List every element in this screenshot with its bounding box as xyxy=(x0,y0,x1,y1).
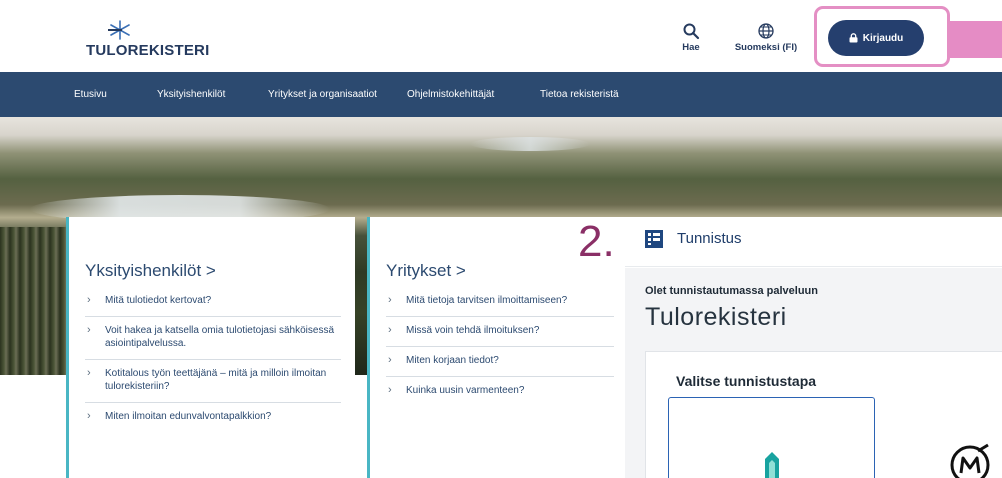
panel-header: Tunnistus xyxy=(625,217,1002,267)
logo-text: TULOREKISTERI xyxy=(86,42,210,59)
method-tile-bank[interactable] xyxy=(668,397,875,478)
nav-item-yksityishenkilot[interactable]: Yksityishenkilöt xyxy=(157,89,225,100)
list-item[interactable]: › Voit hakea ja katsella omia tulotietoj… xyxy=(85,317,341,360)
panel-body: Olet tunnistautumassa palveluun Tuloreki… xyxy=(625,268,1002,478)
card-title[interactable]: Yksityishenkilöt > xyxy=(85,261,216,281)
tulorekisteri-logo[interactable]: TULOREKISTERI xyxy=(86,20,209,60)
card-link-list: › Mitä tulotiedot kertovat? › Voit hakea… xyxy=(85,287,341,432)
list-item-text: Missä voin tehdä ilmoituksen? xyxy=(406,325,540,336)
logo-star-icon xyxy=(108,20,130,40)
chevron-right-icon: › xyxy=(87,294,91,306)
tunnistus-panel: Tunnistus Olet tunnistautumassa palveluu… xyxy=(625,217,1002,478)
hero-tree-trunks xyxy=(0,227,70,375)
list-item[interactable]: › Miten korjaan tiedot? xyxy=(386,347,614,377)
chevron-right-icon: › xyxy=(87,367,91,379)
list-item-text: Voit hakea ja katsella omia tulotietojas… xyxy=(105,325,335,349)
login-label: Kirjaudu xyxy=(862,32,904,44)
list-item-text: Mitä tietoja tarvitsen ilmoittamiseen? xyxy=(406,295,568,306)
card-link-list: › Mitä tietoja tarvitsen ilmoittamiseen?… xyxy=(386,287,614,406)
nav-item-ohjelmistokehittajat[interactable]: Ohjelmistokehittäjät xyxy=(407,89,494,100)
language-selector[interactable]: Suomeksi (FI) xyxy=(733,22,799,53)
site-header: TULOREKISTERI Hae Suomeksi (FI) Kirjaudu xyxy=(0,0,1002,72)
list-item-text: Miten ilmoitan edunvalvontapalkkion? xyxy=(105,411,272,422)
list-item-text: Kotitalous työn teettäjänä – mitä ja mil… xyxy=(105,368,327,392)
list-item-text: Kuinka uusin varmenteen? xyxy=(406,385,525,396)
nav-item-yritykset[interactable]: Yritykset ja organisaatiot xyxy=(268,89,377,100)
nav-item-etusivu[interactable]: Etusivu xyxy=(74,89,107,100)
search-label: Hae xyxy=(682,42,700,53)
globe-icon xyxy=(758,23,774,39)
choose-method-title: Valitse tunnistustapa xyxy=(676,373,817,389)
nav-item-tietoa[interactable]: Tietoa rekisteristä xyxy=(540,89,619,100)
annotation-marker xyxy=(950,21,1002,58)
list-item[interactable]: › Missä voin tehdä ilmoituksen? xyxy=(386,317,614,347)
list-item[interactable]: › Kuinka uusin varmenteen? xyxy=(386,377,614,406)
step-number-annotation: 2. xyxy=(578,217,615,266)
chevron-right-icon: › xyxy=(87,410,91,422)
card-yksityishenkilot: Yksityishenkilöt > › Mitä tulotiedot ker… xyxy=(66,217,355,478)
list-item[interactable]: › Kotitalous työn teettäjänä – mitä ja m… xyxy=(85,360,341,403)
mobile-certificate-icon[interactable] xyxy=(948,443,992,478)
chevron-right-icon: › xyxy=(388,384,392,396)
chevron-right-icon: › xyxy=(87,324,91,336)
identification-icon xyxy=(645,230,663,248)
search-button[interactable]: Hae xyxy=(678,22,704,53)
service-name: Tulorekisteri xyxy=(645,303,787,331)
panel-subtitle: Olet tunnistautumassa palveluun xyxy=(645,285,818,297)
hero-lake-far xyxy=(470,137,590,151)
lock-icon xyxy=(849,33,858,43)
list-item[interactable]: › Miten ilmoitan edunvalvontapalkkion? xyxy=(85,403,341,432)
chevron-right-icon: › xyxy=(388,294,392,306)
main-navigation: Etusivu Yksityishenkilöt Yritykset ja or… xyxy=(0,72,1002,117)
card-title[interactable]: Yritykset > xyxy=(386,261,466,281)
language-label: Suomeksi (FI) xyxy=(734,42,798,53)
panel-title: Tunnistus xyxy=(677,230,742,247)
choose-method-box: Valitse tunnistustapa xyxy=(645,351,1002,478)
login-button[interactable]: Kirjaudu xyxy=(828,20,924,56)
list-item-text: Miten korjaan tiedot? xyxy=(406,355,499,366)
chevron-right-icon: › xyxy=(388,354,392,366)
search-icon xyxy=(683,23,700,40)
list-item[interactable]: › Mitä tietoja tarvitsen ilmoittamiseen? xyxy=(386,287,614,317)
list-item-text: Mitä tulotiedot kertovat? xyxy=(105,295,212,306)
chevron-right-icon: › xyxy=(388,324,392,336)
bank-logo-icon xyxy=(765,452,779,478)
list-item[interactable]: › Mitä tulotiedot kertovat? xyxy=(85,287,341,317)
